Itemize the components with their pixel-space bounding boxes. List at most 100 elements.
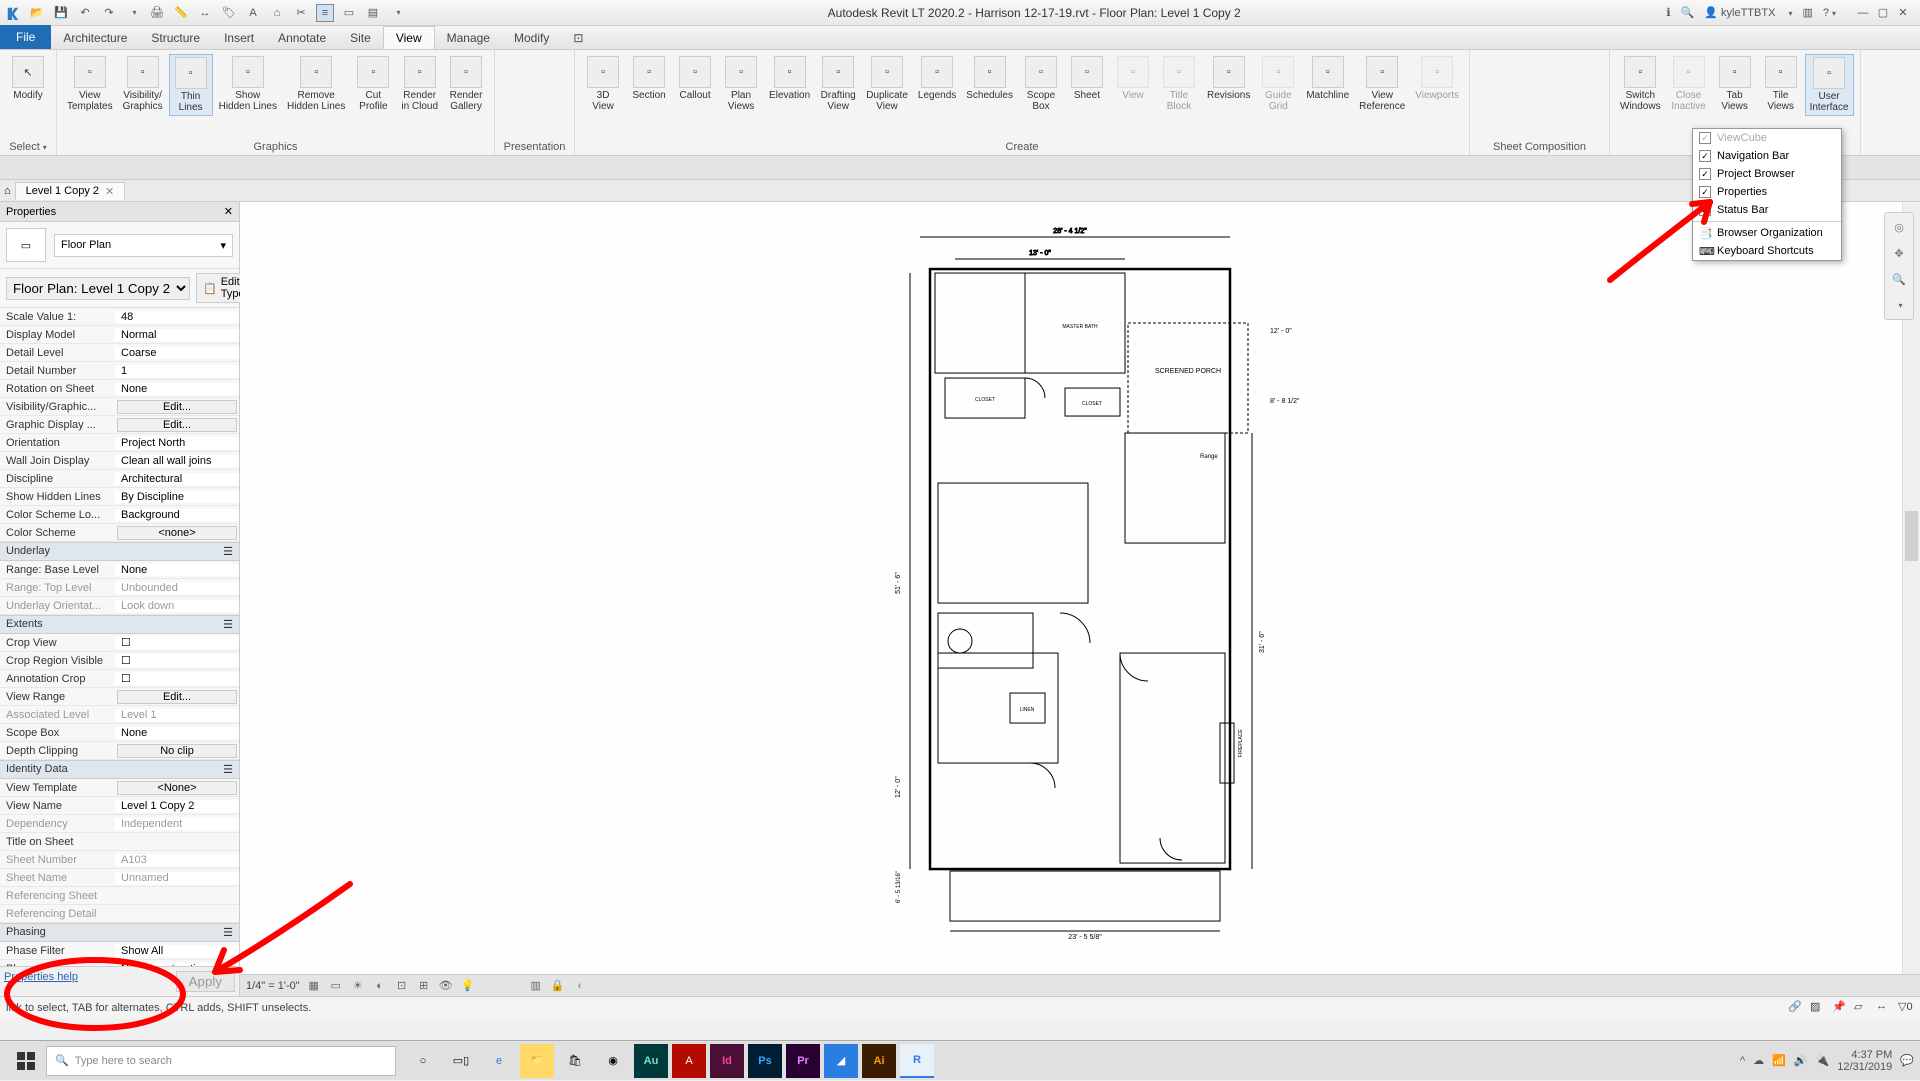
prop-row[interactable]: Underlay Orientat...Look down [0,597,239,615]
properties-title-bar[interactable]: Properties✕ [0,202,239,222]
full-nav-wheel-icon[interactable]: ◎ [1889,217,1909,237]
edge-icon[interactable]: e [482,1044,516,1078]
ribbon-tab-views[interactable]: ▫Tab Views [1713,54,1757,114]
close-panel-icon[interactable]: ✕ [224,205,233,218]
ribbon-viewports[interactable]: ▫Viewports [1411,54,1463,103]
ui-menu-navbar[interactable]: ✓Navigation Bar [1693,147,1841,165]
ribbon-matchline[interactable]: ▫Matchline [1302,54,1353,103]
tab-structure[interactable]: Structure [139,27,212,49]
prop-row[interactable]: Display ModelNormal [0,326,239,344]
tab-annotate[interactable]: Annotate [266,27,338,49]
home-icon[interactable]: ⌂ [4,185,11,197]
prop-row[interactable]: Wall Join DisplayClean all wall joins [0,452,239,470]
ribbon-tile-views[interactable]: ▫Tile Views [1759,54,1803,114]
thin-lines-icon[interactable]: ≡ [316,4,334,22]
bluebeam-icon[interactable]: ◢ [824,1044,858,1078]
print-icon[interactable]: 🖨 [148,4,166,22]
prop-row[interactable]: Range: Top LevelUnbounded [0,579,239,597]
explorer-icon[interactable]: 📁 [520,1044,554,1078]
indesign-icon[interactable]: Id [710,1044,744,1078]
select-links-icon[interactable]: 🔗 [1788,1000,1804,1016]
shadows-icon[interactable]: ◐ [372,978,388,994]
properties-grid[interactable]: Scale Value 1:48Display ModelNormal Detai… [0,308,239,966]
start-button[interactable] [6,1041,46,1081]
measure-icon[interactable]: 📏 [172,4,190,22]
ribbon-close-inactive[interactable]: ▫Close Inactive [1667,54,1711,114]
zoom-menu[interactable] [1889,295,1909,315]
open-icon[interactable]: 📂 [28,4,46,22]
ribbon-show-hidden-lines[interactable]: ▫Show Hidden Lines [215,54,281,114]
constraints-icon[interactable]: 🔒 [550,978,566,994]
store-icon[interactable]: 🛍 [558,1044,592,1078]
ribbon-callout[interactable]: ▫Callout [673,54,717,103]
prop-row[interactable]: DependencyIndependent [0,815,239,833]
prop-row[interactable]: Scale Value 1:48 [0,308,239,326]
text-icon[interactable]: A [244,4,262,22]
sign-in[interactable]: 👤 kyleTTBTX [1704,6,1775,19]
prop-row[interactable]: Detail Number1 [0,362,239,380]
acrobat-icon[interactable]: A [672,1044,706,1078]
ribbon-elevation[interactable]: ▫Elevation [765,54,814,103]
prop-row[interactable]: View NameLevel 1 Copy 2 [0,797,239,815]
ribbon-section[interactable]: ▫Section [627,54,671,103]
prop-row[interactable]: Crop Region Visible☐ [0,652,239,670]
ribbon-view[interactable]: ▫View [1111,54,1155,103]
ribbon-sheet[interactable]: ▫Sheet [1065,54,1109,103]
search-icon[interactable]: 🔍 [1681,6,1695,19]
cloud-icon[interactable]: ☁ [1753,1054,1764,1067]
switch-win-icon[interactable]: ▤ [364,4,382,22]
info-center-icon[interactable]: ℹ [1666,6,1670,19]
ribbon-remove-hidden-lines[interactable]: ▫Remove Hidden Lines [283,54,349,114]
close-tab-icon[interactable]: ✕ [105,185,114,198]
app-switch-icon[interactable]: ▥ [1802,6,1812,19]
drag-elements-icon[interactable]: ↔ [1876,1000,1892,1016]
navigation-bar[interactable]: ◎ ✥ 🔍 [1884,212,1914,320]
ribbon-view-templates[interactable]: ▫View Templates [63,54,117,114]
redo-icon[interactable]: ↷ [100,4,118,22]
undo-icon[interactable]: ↶ [76,4,94,22]
prop-section[interactable]: Extents☰ [0,615,239,634]
filter-icon[interactable]: ▽0 [1898,1000,1914,1016]
type-selector[interactable]: ▭ Floor Plan▾ [0,222,239,269]
battery-icon[interactable]: 🔌 [1816,1054,1830,1067]
ribbon-schedules[interactable]: ▫Schedules [962,54,1017,103]
close-inactive-icon[interactable]: ▭ [340,4,358,22]
prop-row[interactable]: DisciplineArchitectural [0,470,239,488]
prop-row[interactable]: Title on Sheet [0,833,239,851]
ribbon-render-gallery[interactable]: ▫Render Gallery [444,54,488,114]
chrome-icon[interactable]: ◉ [596,1044,630,1078]
prop-row[interactable]: Show Hidden LinesBy Discipline [0,488,239,506]
section-icon[interactable]: ✂ [292,4,310,22]
undo-split[interactable] [124,4,142,22]
select-underlay-icon[interactable]: ▨ [1810,1000,1826,1016]
crop-region-icon[interactable]: ⊞ [416,978,432,994]
clock[interactable]: 4:37 PM12/31/2019 [1837,1049,1892,1073]
prop-row[interactable]: Sheet NumberA103 [0,851,239,869]
prop-section[interactable]: Identity Data☰ [0,760,239,779]
worksharing-icon[interactable]: ▥ [528,978,544,994]
illustrator-icon[interactable]: Ai [862,1044,896,1078]
ribbon-plan-views[interactable]: ▫Plan Views [719,54,763,114]
select-panel-title[interactable]: Select [6,139,50,153]
ribbon-guide-grid[interactable]: ▫Guide Grid [1256,54,1300,114]
drawing-canvas[interactable]: ◎ ✥ 🔍 28' - 4 1/2" 13' - 0" SCREENED POR… [240,202,1920,996]
prop-row[interactable]: Color Scheme Lo...Background [0,506,239,524]
ribbon-visibility-graphics[interactable]: ▫Visibility/ Graphics [119,54,167,114]
prop-row[interactable]: Associated LevelLevel 1 [0,706,239,724]
tag-icon[interactable]: 🏷 [220,4,238,22]
tab-modify[interactable]: Modify [502,27,561,49]
tab-insert[interactable]: Insert [212,27,266,49]
select-pinned-icon[interactable]: 📌 [1832,1000,1848,1016]
tab-addins[interactable]: ⊡ [561,27,585,49]
taskbar-search[interactable]: 🔍 Type here to search [46,1046,396,1076]
help-dropdown[interactable]: ? [1823,7,1836,19]
prop-row[interactable]: Rotation on SheetNone [0,380,239,398]
ribbon-switch-windows[interactable]: ▫Switch Windows [1616,54,1665,114]
prop-row[interactable]: View RangeEdit... [0,688,239,706]
volume-icon[interactable]: 🔊 [1794,1054,1808,1067]
ribbon-legends[interactable]: ▫Legends [914,54,960,103]
prop-row[interactable]: Annotation Crop☐ [0,670,239,688]
ribbon--d-view[interactable]: ▫3D View [581,54,625,114]
revit-taskbar-icon[interactable]: R [900,1044,934,1078]
document-tab[interactable]: Level 1 Copy 2✕ [15,182,126,200]
